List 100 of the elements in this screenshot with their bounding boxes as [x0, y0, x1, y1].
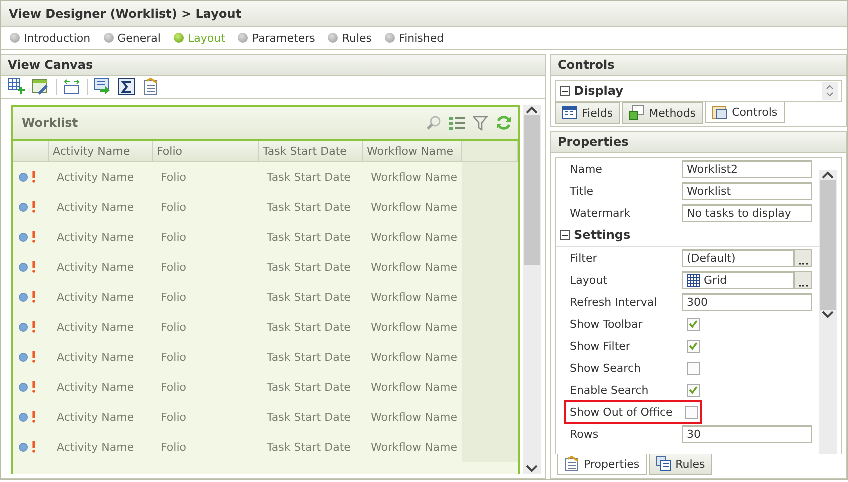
table-cell — [462, 162, 518, 192]
table-cell-text: Workflow Name — [370, 380, 458, 396]
method-icon — [629, 105, 646, 121]
checkbox[interactable] — [685, 406, 698, 418]
select-field[interactable]: Grid — [682, 271, 794, 289]
tab[interactable]: Fields — [555, 102, 620, 124]
status-dot — [19, 352, 28, 362]
exclamation-icon — [32, 261, 36, 273]
table-cell-text: Task Start Date — [266, 200, 352, 216]
table-cell-text: Task Start Date — [266, 290, 352, 306]
exclamation-icon — [32, 381, 36, 393]
table-cell-text: Folio — [160, 320, 188, 336]
tab[interactable]: Rules — [648, 454, 712, 475]
input-field[interactable]: 30 — [682, 425, 812, 443]
status-dot — [19, 412, 28, 422]
input-field[interactable]: 300 — [682, 293, 812, 311]
status-dot — [19, 322, 28, 332]
ellipsis-button[interactable] — [794, 271, 812, 289]
exclamation-icon — [32, 201, 36, 213]
documents-icon — [656, 456, 672, 472]
table-cell-text: Task Start Date — [266, 380, 352, 396]
table-cell-text: Workflow Name — [370, 440, 458, 456]
table-cell-text: Activity Name — [56, 200, 136, 216]
table-cell-text: Workflow Name — [370, 170, 458, 186]
select-field[interactable]: (Default) — [682, 249, 794, 267]
wizard-step[interactable]: Introduction — [10, 32, 91, 44]
panel-title: Controls — [551, 55, 846, 76]
status-dot — [19, 202, 28, 212]
window-title: View Designer (Worklist) > Layout — [1, 1, 847, 27]
column-header — [13, 141, 49, 162]
up-down-arrows-icon — [826, 85, 834, 97]
status-dot — [19, 292, 28, 302]
refresh-icon[interactable] — [496, 115, 512, 131]
notepad-icon — [564, 456, 580, 472]
spin-button[interactable] — [822, 82, 838, 100]
exclamation-icon — [32, 291, 36, 303]
table-cell-text: Workflow Name — [370, 350, 458, 366]
resize-icon[interactable] — [63, 78, 81, 96]
worklist-title: Worklist — [22, 116, 80, 130]
sigma-icon[interactable] — [118, 78, 136, 96]
ellipsis-icon — [798, 263, 808, 266]
table-cell-text: Task Start Date — [266, 260, 352, 276]
section-title: Settings — [574, 228, 631, 242]
table-cell-text: Folio — [160, 380, 188, 396]
collapse-icon[interactable] — [560, 86, 570, 96]
property-label: Show Filter — [570, 340, 632, 352]
table-cell-text: Workflow Name — [370, 320, 458, 336]
table-cell-text: Folio — [160, 260, 188, 276]
table-cell-text: Activity Name — [56, 410, 136, 426]
table-cell-text: Folio — [160, 200, 188, 216]
input-field[interactable]: Worklist — [682, 182, 812, 200]
table-cell-text: Activity Name — [56, 380, 136, 396]
tab[interactable]: Controls — [705, 102, 785, 123]
add-grid-icon[interactable] — [8, 78, 26, 96]
table-cell-text: Activity Name — [56, 230, 136, 246]
property-label: Name — [570, 162, 604, 176]
table-cell-text: Activity Name — [56, 290, 136, 306]
checkbox[interactable] — [687, 362, 700, 374]
table-cell-text: Task Start Date — [266, 230, 352, 246]
notepad-icon[interactable] — [142, 78, 160, 96]
table-cell-text: Task Start Date — [266, 440, 352, 456]
wizard-step[interactable]: General — [104, 32, 161, 44]
table-cell — [462, 432, 518, 462]
collapse-icon[interactable] — [560, 230, 570, 240]
ellipsis-icon — [798, 285, 808, 288]
import-icon[interactable] — [94, 78, 112, 96]
ellipsis-button[interactable] — [794, 249, 812, 267]
checkbox[interactable] — [687, 318, 700, 330]
folder-icon — [712, 104, 728, 120]
exclamation-icon — [32, 231, 36, 243]
list-icon[interactable] — [449, 116, 465, 130]
panel-title: Properties — [551, 132, 846, 153]
table-cell-text: Folio — [160, 290, 188, 306]
column-header[interactable]: Activity Name — [49, 141, 153, 162]
table-cell-text: Folio — [160, 440, 188, 456]
search-icon[interactable] — [427, 116, 441, 130]
exclamation-icon — [32, 411, 36, 423]
property-label: Title — [570, 184, 595, 198]
scrollbar[interactable] — [523, 105, 541, 474]
wizard-step[interactable]: Parameters — [238, 32, 316, 44]
wizard-step[interactable]: Finished — [385, 32, 444, 44]
status-dot — [19, 262, 28, 272]
column-header[interactable]: Folio — [153, 141, 259, 162]
column-header[interactable]: Task Start Date — [259, 141, 363, 162]
input-field[interactable]: No tasks to display — [682, 204, 812, 222]
checkbox[interactable] — [687, 340, 700, 352]
scrollbar[interactable] — [819, 170, 837, 454]
wizard-step[interactable]: Rules — [328, 32, 372, 44]
tab[interactable]: Methods — [622, 102, 704, 124]
filter-icon[interactable] — [473, 116, 488, 130]
column-header[interactable]: Workflow Name — [363, 141, 462, 162]
table-cell-text: Workflow Name — [370, 290, 458, 306]
checkbox[interactable] — [687, 384, 700, 396]
property-label: Watermark — [570, 206, 632, 220]
tab[interactable]: Properties — [557, 454, 647, 475]
edit-form-icon[interactable] — [32, 78, 50, 96]
property-label: Enable Search — [570, 384, 650, 396]
input-field[interactable]: Worklist2 — [682, 160, 812, 178]
table-cell-text: Folio — [160, 230, 188, 246]
grid-icon — [687, 274, 700, 287]
